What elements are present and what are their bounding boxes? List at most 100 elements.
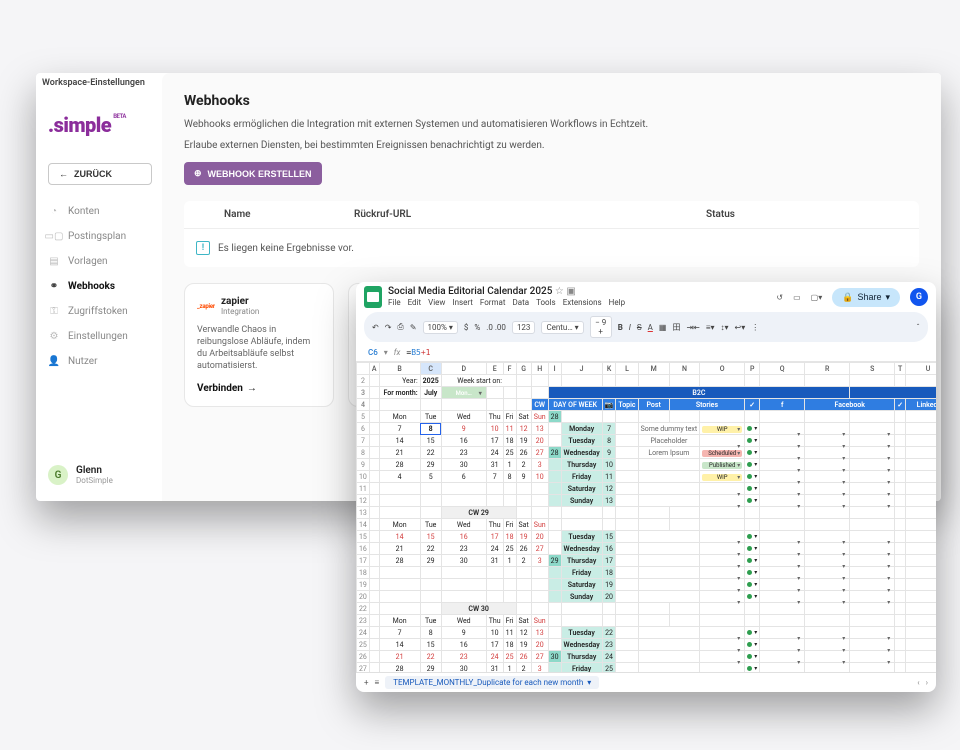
- star-icon[interactable]: ☆: [555, 286, 564, 297]
- sheets-logo-icon: [364, 286, 382, 308]
- gear-icon: ⚙: [48, 330, 60, 342]
- sheets-titlebar: Social Media Editorial Calendar 2025 ☆ ▣…: [356, 282, 936, 312]
- all-sheets-button[interactable]: ≡: [375, 678, 380, 687]
- font-size[interactable]: − 9 +: [590, 316, 612, 338]
- undo-icon[interactable]: ↶: [372, 323, 379, 332]
- menu-insert[interactable]: Insert: [452, 299, 473, 308]
- more-icon[interactable]: ⋮: [751, 323, 759, 332]
- sidebar-item-webhooks[interactable]: ⚭Webhooks: [48, 278, 152, 294]
- lock-icon: 🔒: [842, 292, 853, 303]
- decimals-icon[interactable]: .0 .00: [486, 323, 506, 332]
- menu-help[interactable]: Help: [609, 299, 625, 308]
- chevron-down-icon: ▾: [587, 678, 591, 687]
- page-lead-2: Erlaube externen Diensten, bei bestimmte…: [184, 140, 784, 151]
- scroll-right-icon[interactable]: ›: [926, 678, 928, 687]
- fx-icon: fx: [394, 348, 401, 357]
- create-webhook-button[interactable]: ⊕WEBHOOK ERSTELLEN: [184, 162, 322, 185]
- scroll-left-icon[interactable]: ‹: [917, 678, 919, 687]
- formula-bar[interactable]: =B5+1: [406, 348, 430, 357]
- sidebar-item-konten[interactable]: ◔Konten: [48, 203, 152, 219]
- sidebar-item-postingsplan[interactable]: ▭▢Postingsplan: [48, 228, 152, 244]
- sheet-tab[interactable]: TEMPLATE_MONTHLY_Duplicate for each new …: [385, 676, 599, 689]
- user-name: Glenn: [76, 465, 113, 476]
- zapier-desc: Verwandle Chaos in reibungslose Abläufe,…: [197, 324, 321, 373]
- name-box[interactable]: C6: [368, 348, 378, 357]
- user-block[interactable]: G Glenn DotSimple: [48, 465, 152, 491]
- sheets-doc-title[interactable]: Social Media Editorial Calendar 2025: [388, 286, 552, 297]
- calendar-icon: ▭▢: [48, 230, 60, 242]
- menu-data[interactable]: Data: [513, 299, 530, 308]
- users-icon: ◔: [48, 205, 60, 217]
- menu-view[interactable]: View: [428, 299, 445, 308]
- menu-edit[interactable]: Edit: [408, 299, 422, 308]
- borders-icon[interactable]: 田: [672, 322, 680, 333]
- bold-icon[interactable]: B: [618, 323, 623, 332]
- webhook-icon: ⚭: [48, 280, 60, 292]
- zapier-connect-button[interactable]: Verbinden→: [197, 383, 321, 394]
- share-button[interactable]: 🔒Share▾: [832, 288, 900, 307]
- table-empty-row: Es liegen keine Ergebnisse vor.: [184, 229, 919, 267]
- zapier-sub: Integration: [221, 307, 259, 316]
- avatar: G: [48, 465, 68, 485]
- zapier-card: _zapier zapier Integration Verwandle Cha…: [184, 283, 334, 407]
- account-avatar[interactable]: G: [910, 288, 928, 306]
- page-title: Webhooks: [184, 93, 919, 109]
- fill-color-icon[interactable]: ▦: [659, 323, 667, 332]
- align-icon[interactable]: ≡▾: [706, 323, 715, 332]
- italic-icon[interactable]: I: [629, 323, 631, 332]
- font-select[interactable]: Centu… ▾: [541, 321, 583, 334]
- history-icon[interactable]: ↺: [776, 293, 783, 302]
- wrap-icon[interactable]: ↩▾: [735, 323, 746, 332]
- currency-icon[interactable]: $: [464, 323, 469, 332]
- chevron-down-icon[interactable]: ▾: [384, 348, 388, 357]
- folder-icon[interactable]: ▣: [566, 286, 575, 297]
- workspace-label: Workspace-Einstellungen: [42, 78, 145, 88]
- grid[interactable]: ABCDEFGHIJKLMNOPQRSTUV2Year:2025Week sta…: [356, 362, 936, 672]
- print-icon[interactable]: ⎙: [397, 322, 403, 332]
- person-icon: 👤: [48, 355, 60, 367]
- arrow-right-icon: →: [247, 383, 257, 394]
- paint-icon[interactable]: ✎: [410, 323, 417, 332]
- col-status: Status: [534, 209, 907, 220]
- sheets-window: Social Media Editorial Calendar 2025 ☆ ▣…: [356, 282, 936, 692]
- menu-format[interactable]: Format: [480, 299, 506, 308]
- plus-circle-icon: ⊕: [194, 168, 202, 179]
- back-label: ZURÜCK: [74, 169, 112, 179]
- alert-icon: [196, 241, 210, 255]
- percent-icon[interactable]: %: [474, 323, 480, 332]
- zapier-title: zapier: [221, 296, 259, 307]
- merge-icon[interactable]: ⇥⇤: [686, 323, 699, 332]
- arrow-left-icon: ←: [59, 169, 68, 179]
- zoom-select[interactable]: 100% ▾: [423, 321, 458, 334]
- add-sheet-button[interactable]: +: [364, 678, 369, 687]
- col-url: Rückruf-URL: [354, 209, 534, 220]
- menu-extensions[interactable]: Extensions: [563, 299, 602, 308]
- sheets-toolbar: ↶ ↷ ⎙ ✎ 100% ▾ $ % .0 .00 123 Centu… ▾ −…: [364, 312, 928, 342]
- valign-icon[interactable]: ↕▾: [721, 323, 729, 332]
- logo: .simpleBETA: [48, 113, 152, 137]
- key-icon: ⚿: [48, 305, 60, 317]
- redo-icon[interactable]: ↷: [385, 323, 392, 332]
- layout-icon: ▤: [48, 255, 60, 267]
- user-org: DotSimple: [76, 476, 113, 485]
- menu-tools[interactable]: Tools: [536, 299, 556, 308]
- back-button[interactable]: ← ZURÜCK: [48, 163, 152, 185]
- number-format[interactable]: 123: [512, 321, 536, 334]
- col-name: Name: [224, 209, 354, 220]
- sidebar-item-einstellungen[interactable]: ⚙Einstellungen: [48, 328, 152, 344]
- sheet-tab-bar: + ≡ TEMPLATE_MONTHLY_Duplicate for each …: [356, 672, 936, 692]
- sidebar-item-zugriffstoken[interactable]: ⚿Zugriffstoken: [48, 303, 152, 319]
- sidebar-item-nutzer[interactable]: 👤Nutzer: [48, 353, 152, 369]
- page-lead-1: Webhooks ermöglichen die Integration mit…: [184, 119, 784, 130]
- sidebar: .simpleBETA ← ZURÜCK ◔Konten ▭▢Postingspla…: [36, 73, 162, 501]
- sidebar-item-vorlagen[interactable]: ▤Vorlagen: [48, 253, 152, 269]
- zapier-logo-icon: _zapier: [197, 303, 215, 310]
- collapse-icon[interactable]: ˆ: [916, 323, 920, 332]
- name-box-row: C6 ▾ fx =B5+1: [356, 346, 936, 362]
- meet-icon[interactable]: ▢▾: [811, 293, 823, 302]
- strike-icon[interactable]: S: [637, 323, 642, 332]
- menu-file[interactable]: File: [388, 299, 401, 308]
- comments-icon[interactable]: ▭: [793, 293, 801, 302]
- webhooks-table: Name Rückruf-URL Status Es liegen keine …: [184, 201, 919, 267]
- text-color-icon[interactable]: A: [648, 323, 653, 332]
